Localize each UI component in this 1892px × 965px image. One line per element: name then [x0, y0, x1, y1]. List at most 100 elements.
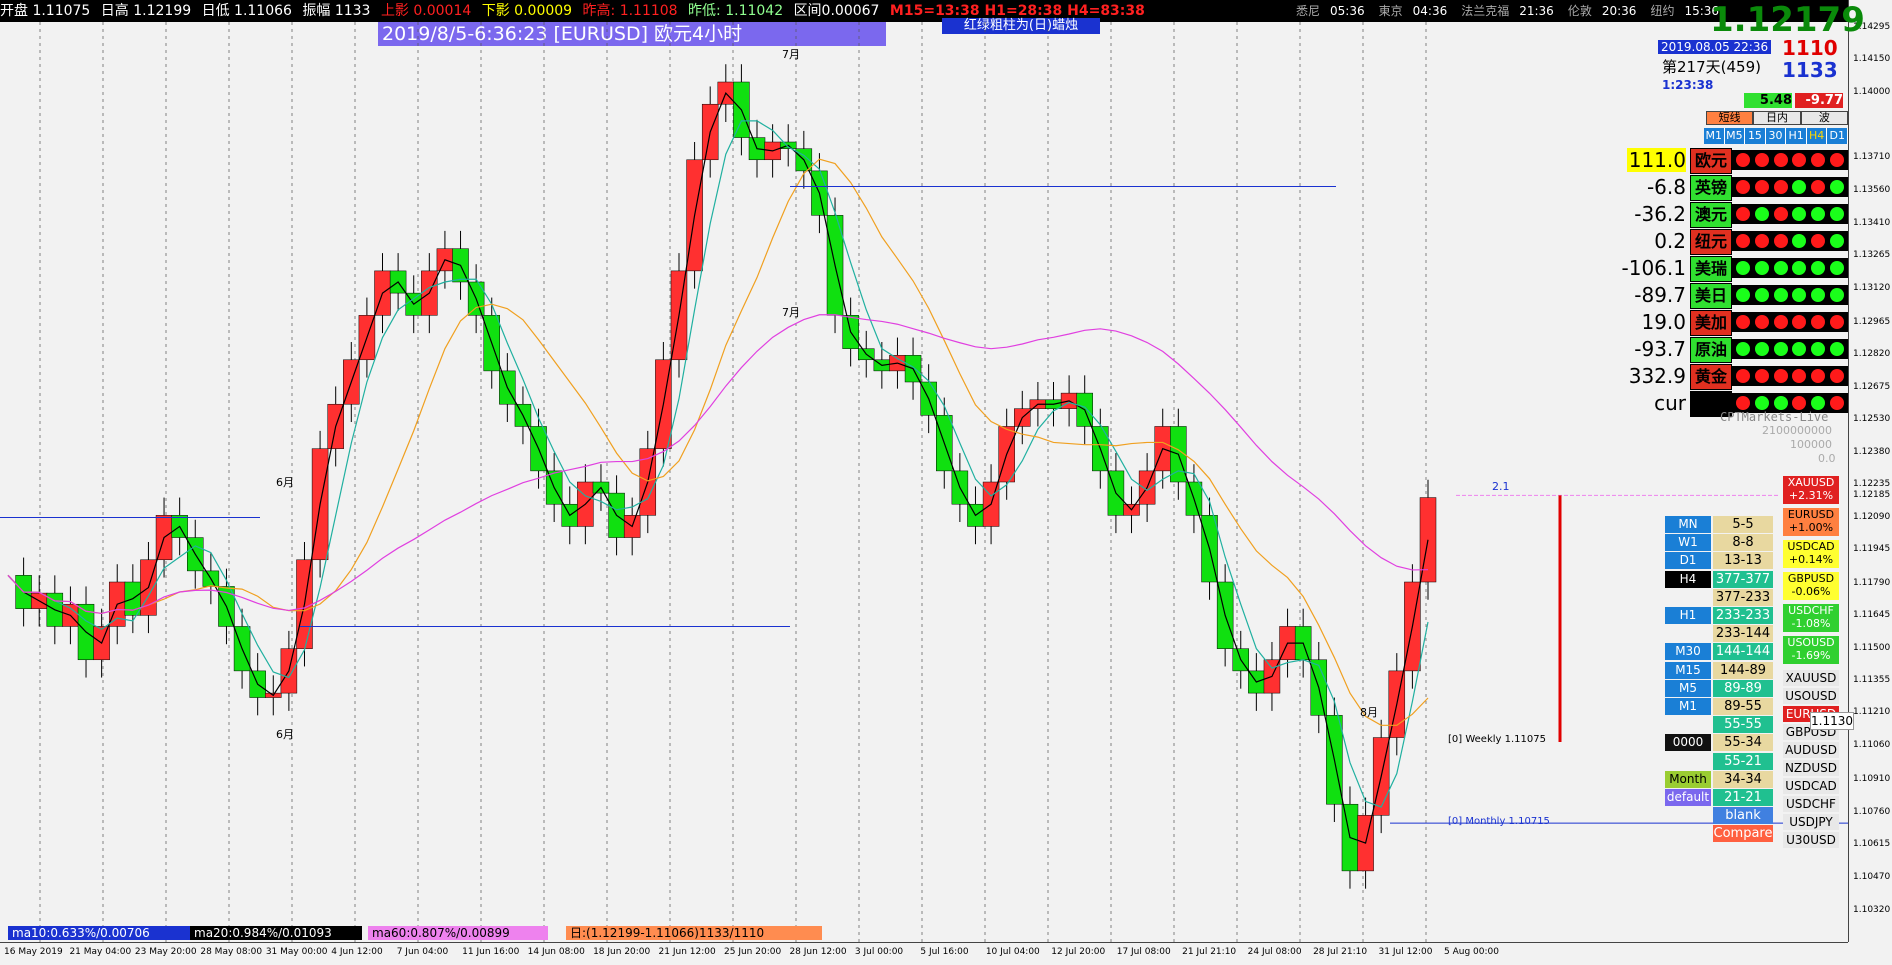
time-tick: 28 Jul 21:10 [1313, 947, 1368, 957]
symbol-item[interactable]: U30USD [1783, 832, 1839, 848]
quote-pair: USDCHF [1788, 604, 1834, 617]
currency-name[interactable]: 美加 [1690, 310, 1732, 336]
symbol-item[interactable]: USDJPY [1783, 814, 1839, 830]
quote-change: +0.14% [1788, 553, 1834, 566]
red-signal-icon [1754, 234, 1769, 248]
red-signal-icon [1810, 369, 1825, 383]
timeframe-range[interactable]: 55-21 [1713, 752, 1773, 770]
time-tick: 21 May 04:00 [69, 947, 132, 957]
month-label: 6月 [276, 476, 294, 489]
panel-tab[interactable]: 日内 [1753, 111, 1801, 125]
red-signal-icon [1736, 396, 1751, 410]
green-signal-icon [1754, 207, 1769, 221]
timeframe-range[interactable]: 8-8 [1713, 534, 1773, 552]
red-signal-icon [1754, 180, 1769, 194]
timeframe-label[interactable]: M30 [1665, 643, 1711, 661]
moving-average-line [7, 120, 1429, 808]
timeframe-button[interactable]: 15 [1745, 128, 1766, 144]
strength-value: 332.9 [1628, 364, 1686, 388]
timeframe-range[interactable]: 377-233 [1713, 588, 1773, 606]
timeframe-label[interactable]: M15 [1665, 661, 1711, 679]
timeframe-range[interactable]: 233-144 [1713, 625, 1773, 643]
quote-box[interactable]: GBPUSD -0.06% [1783, 572, 1839, 600]
time-tick: 23 May 20:00 [134, 947, 197, 957]
price-tick: 1.10615 [1853, 839, 1891, 850]
currency-name[interactable]: 美瑞 [1690, 256, 1732, 282]
timeframe-strip: M1 M5 15 30 H1 H4 D1 [1704, 128, 1849, 144]
timeframe-label[interactable]: M1 [1665, 698, 1711, 715]
price-tick: 1.13710 [1853, 151, 1891, 162]
symbol-item[interactable]: USDCAD [1783, 778, 1839, 794]
symbol-item[interactable]: XAUUSD [1783, 670, 1839, 686]
green-signal-icon [1773, 288, 1788, 302]
broker-watermark: CPTMarkets-Live [1720, 410, 1829, 424]
timeframe-range[interactable]: 13-13 [1713, 552, 1773, 570]
timeframe-label[interactable]: MN [1665, 516, 1711, 533]
clock-city: 悉尼 [1296, 4, 1321, 18]
quote-box[interactable]: USDCAD +0.14% [1783, 540, 1839, 568]
ma20-label: ma20:0.984%/0.01093 [190, 926, 362, 940]
price-axis: 1.14295 1.14150 1.14000 1.13710 1.13560 1.134… [1848, 0, 1892, 942]
red-signal-icon [1810, 315, 1825, 329]
timeframe-range[interactable]: 34-34 [1713, 770, 1773, 788]
symbol-item[interactable]: USOUSD [1783, 688, 1839, 704]
timeframe-range[interactable]: 5-5 [1713, 516, 1773, 533]
quote-box[interactable]: USDCHF -1.08% [1783, 604, 1839, 632]
currency-name[interactable]: 美日 [1690, 283, 1732, 309]
clock-time: 04:36 [1412, 4, 1448, 18]
timeframe-label[interactable]: H1 [1665, 607, 1711, 624]
signal-dots [1732, 150, 1848, 170]
current-price: 1.12179 [1710, 0, 1865, 40]
quote-box[interactable]: EURUSD +1.00% [1783, 508, 1839, 536]
quote-pair: XAUUSD [1787, 476, 1835, 489]
timeframe-label[interactable]: D1 [1665, 552, 1711, 570]
timeframe-button[interactable]: H1 [1786, 128, 1807, 144]
timeframe-range[interactable]: 89-55 [1713, 698, 1773, 715]
timeframe-label[interactable]: W1 [1665, 534, 1711, 552]
timeframe-range[interactable]: 55-34 [1713, 734, 1773, 752]
timeframe-button[interactable]: D1 [1827, 128, 1849, 144]
timeframe-range[interactable]: 233-233 [1713, 607, 1773, 624]
panel-tab[interactable]: 波 [1800, 111, 1848, 125]
panel-tab[interactable]: 短线 [1706, 111, 1754, 125]
timeframe-range[interactable]: 21-21 [1713, 789, 1773, 806]
timeframe-range[interactable]: 89-89 [1713, 679, 1773, 697]
timeframe-button[interactable]: M1 [1704, 128, 1725, 144]
timeframe-label[interactable]: Month [1665, 770, 1711, 788]
counter-1: 1110 [1782, 36, 1838, 60]
month-label: 6月 [276, 728, 294, 741]
timeframe-label[interactable]: M5 [1665, 679, 1711, 697]
upper-shadow: 上影 0.00014 [380, 3, 472, 19]
timeframe-range[interactable]: 377-377 [1713, 570, 1773, 588]
timeframe-range[interactable]: Compare [1713, 825, 1773, 843]
timeframe-button[interactable]: M5 [1725, 128, 1746, 144]
currency-name[interactable]: 英镑 [1690, 175, 1732, 201]
currency-name[interactable]: 原油 [1690, 337, 1732, 363]
quote-box[interactable]: XAUUSD +2.31% [1783, 476, 1839, 504]
timeframe-range[interactable]: blank [1713, 807, 1773, 825]
symbol-item[interactable]: USDCHF [1783, 796, 1839, 812]
symbol-item[interactable]: AUDUSD [1783, 742, 1839, 758]
day-counter: 第217天(459) [1662, 58, 1761, 76]
currency-name[interactable]: 黄金 [1690, 364, 1732, 390]
green-signal-icon [1829, 261, 1844, 275]
signal-dots [1732, 285, 1848, 305]
currency-name[interactable]: 纽元 [1690, 229, 1732, 255]
red-signal-icon [1754, 369, 1769, 383]
timeframe-label[interactable]: default [1665, 789, 1711, 806]
timeframe-range[interactable]: 144-89 [1713, 661, 1773, 679]
countdown: 1:23:38 [1662, 78, 1714, 92]
timeframe-button[interactable]: 30 [1766, 128, 1787, 144]
timeframe-label[interactable]: 0000 [1665, 734, 1711, 752]
quote-box[interactable]: USOUSD -1.69% [1783, 636, 1839, 664]
timeframe-range[interactable]: 55-55 [1713, 716, 1773, 734]
moving-average-line [7, 158, 1429, 726]
currency-name[interactable]: 澳元 [1690, 202, 1732, 228]
timeframe-label[interactable]: H4 [1665, 570, 1711, 588]
symbol-item[interactable]: NZDUSD [1783, 760, 1839, 776]
red-signal-icon [1810, 234, 1825, 248]
timeframe-button[interactable]: H4 [1807, 128, 1828, 144]
red-signal-icon [1829, 396, 1844, 410]
timeframe-range[interactable]: 144-144 [1713, 643, 1773, 661]
currency-name[interactable]: 欧元 [1690, 148, 1732, 174]
